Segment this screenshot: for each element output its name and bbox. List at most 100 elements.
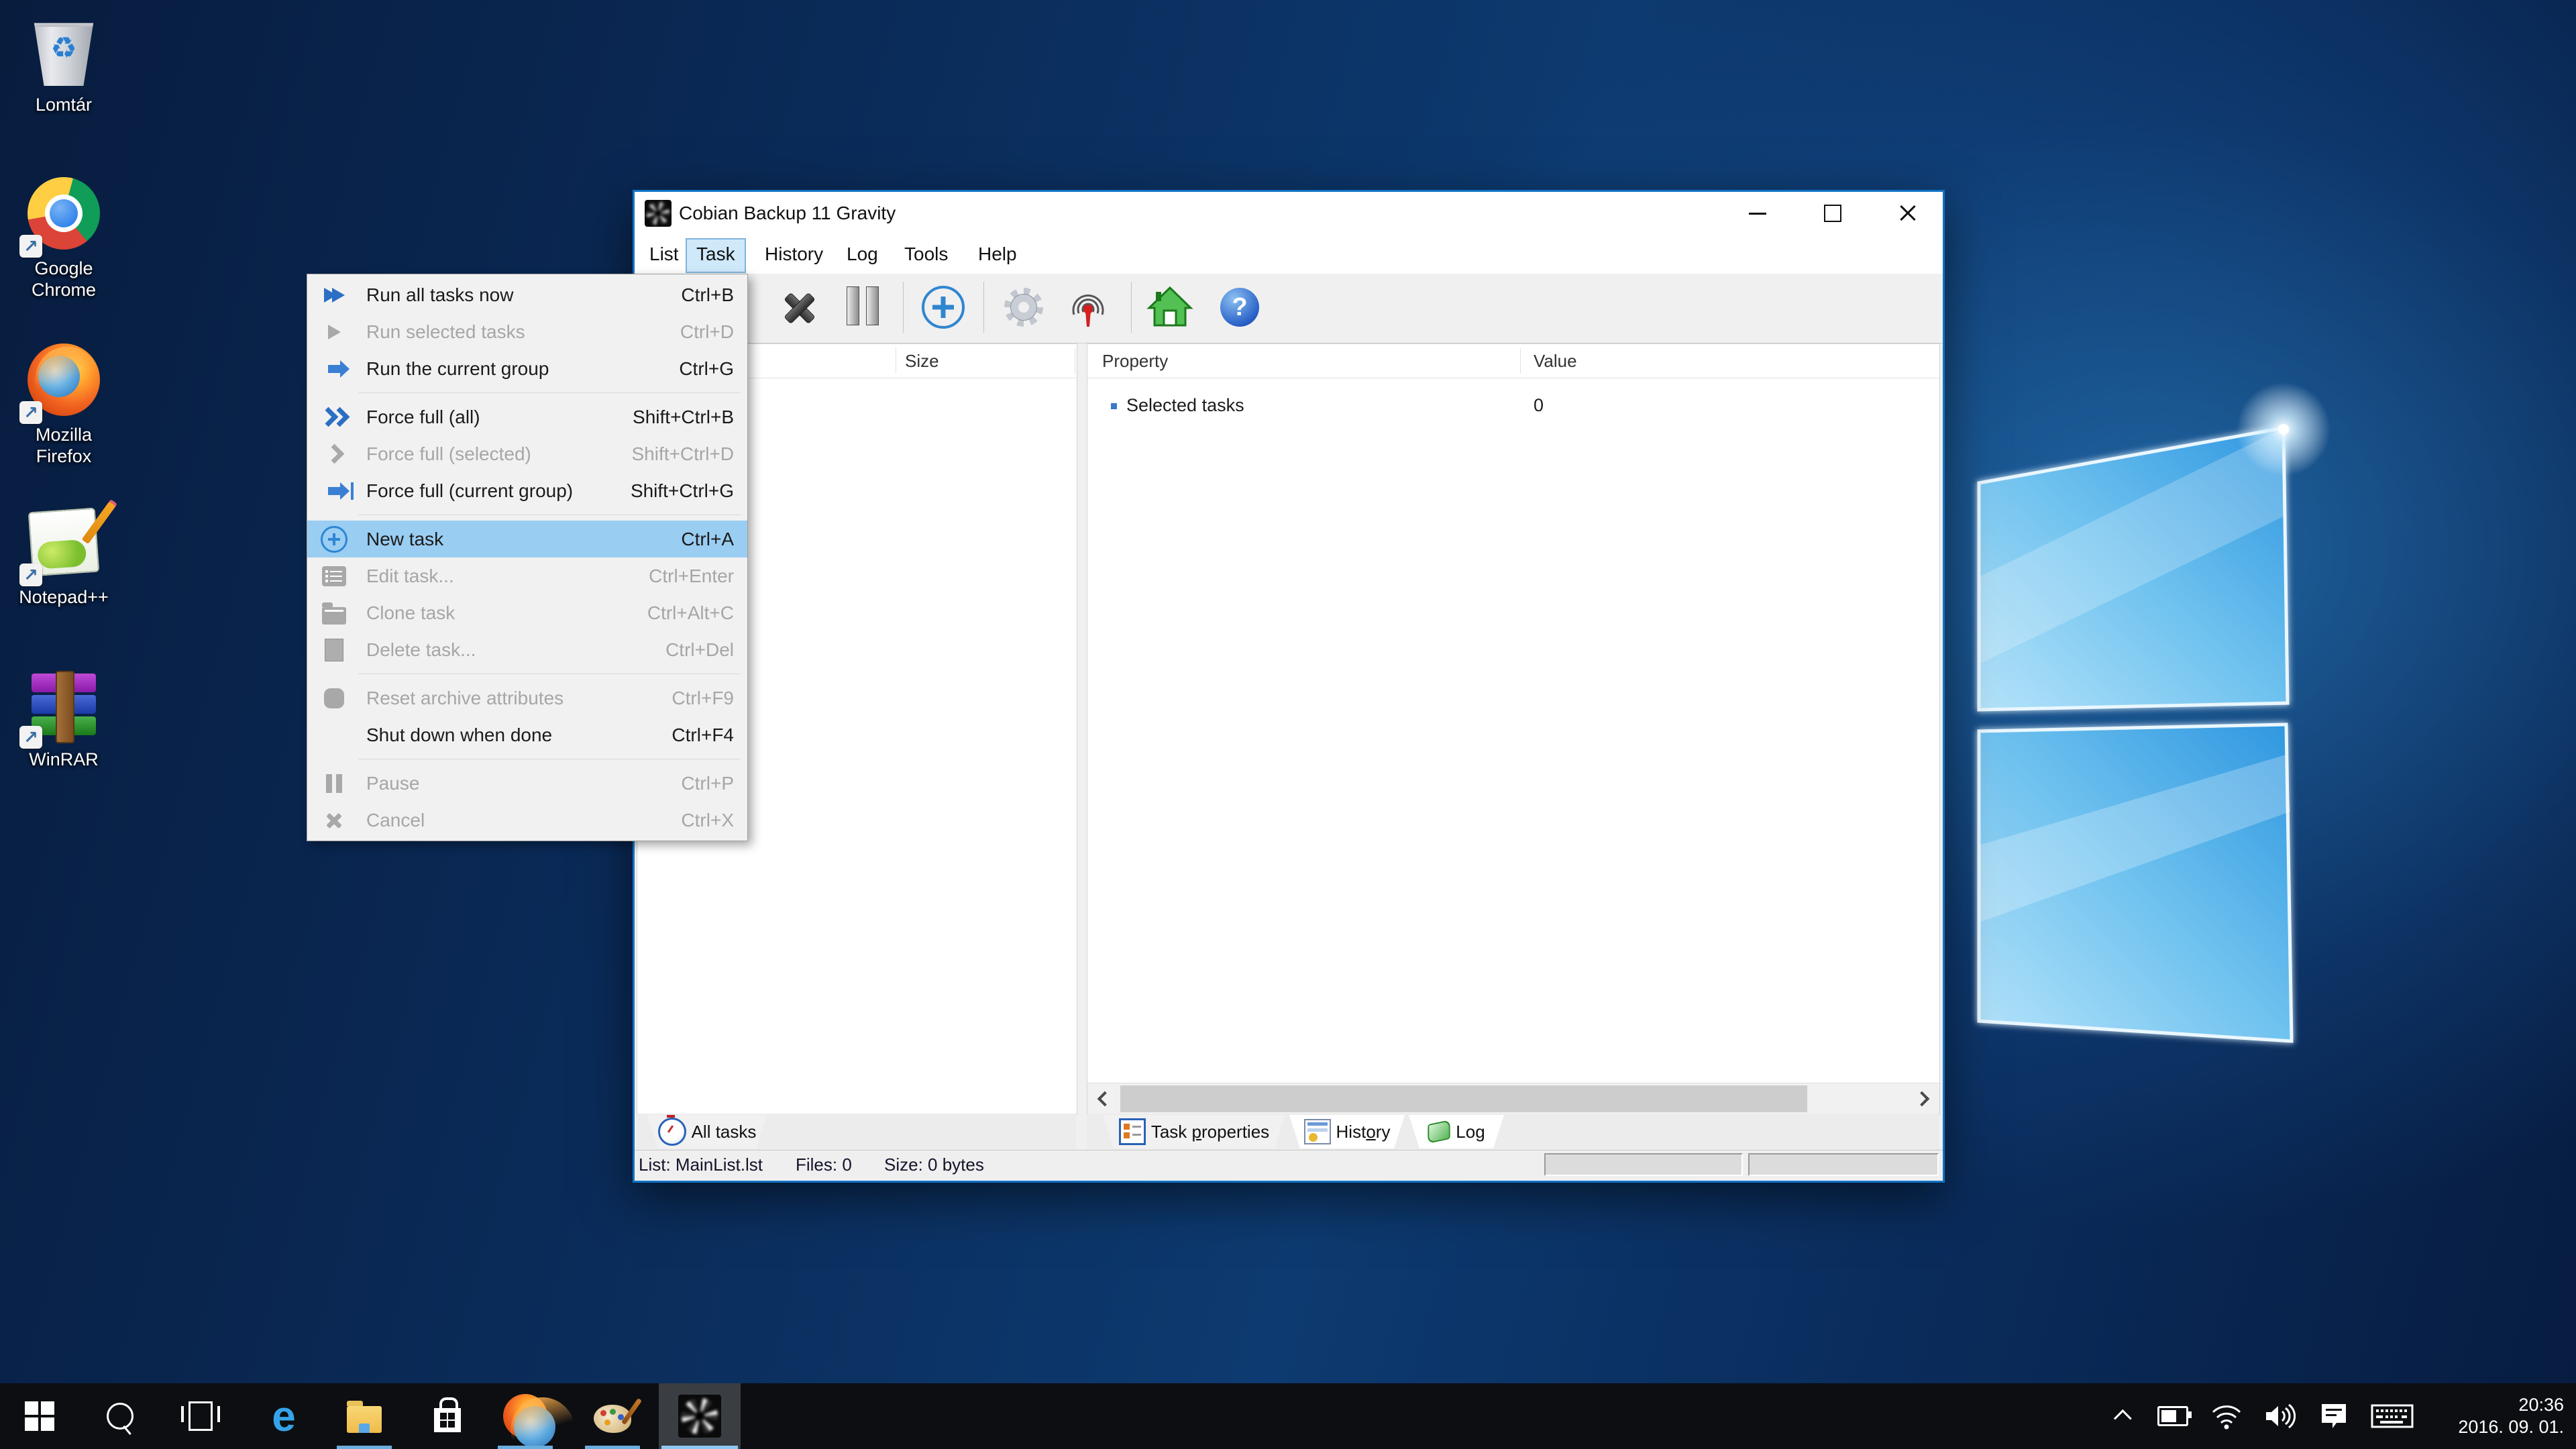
- task-view-icon: [189, 1401, 213, 1431]
- tray-battery[interactable]: [2149, 1383, 2196, 1449]
- tray-action-center[interactable]: [2309, 1383, 2359, 1449]
- file-explorer-icon: [347, 1406, 382, 1433]
- new-task-toolbar-button[interactable]: [915, 279, 971, 335]
- menu-tools[interactable]: Tools: [895, 238, 957, 270]
- taskbar-file-explorer[interactable]: [327, 1383, 401, 1449]
- properties-panel[interactable]: Property Value Selected tasks 0: [1087, 343, 1940, 1115]
- property-value: 0: [1534, 395, 1544, 416]
- menu-item-pause[interactable]: PauseCtrl+P: [307, 765, 747, 802]
- home-toolbar-button[interactable]: [1142, 279, 1198, 335]
- menu-item-force-full-selected[interactable]: Force full (selected)Shift+Ctrl+D: [307, 435, 747, 472]
- tray-touch-keyboard[interactable]: [2364, 1383, 2420, 1449]
- menu-item-reset-archive-attributes[interactable]: Reset archive attributesCtrl+F9: [307, 680, 747, 716]
- plus-circle-icon: [922, 286, 965, 329]
- tray-volume[interactable]: [2255, 1383, 2304, 1449]
- tab-history[interactable]: History: [1289, 1115, 1405, 1148]
- scroll-left-button[interactable]: [1087, 1083, 1118, 1114]
- menu-task[interactable]: Task: [686, 238, 746, 273]
- taskbar-paint[interactable]: [576, 1383, 649, 1449]
- close-button[interactable]: [1873, 192, 1943, 235]
- remote-toolbar-button[interactable]: [1060, 279, 1116, 335]
- chevron-left-icon: [1097, 1091, 1113, 1107]
- clock-time: 20:36: [2458, 1394, 2564, 1416]
- menu-separator: [307, 668, 747, 680]
- maximize-icon: [1824, 205, 1841, 222]
- maximize-button[interactable]: [1798, 192, 1868, 235]
- run-all-icon: [319, 280, 349, 310]
- shortcut-arrow-icon: ↗: [19, 564, 42, 586]
- desktop-icon-google-chrome[interactable]: ↗ Google Chrome: [0, 176, 127, 301]
- menu-item-run-all-tasks-now[interactable]: Run all tasks nowCtrl+B: [307, 276, 747, 313]
- toolbar: ?: [635, 274, 1943, 343]
- bullet-icon: [1111, 403, 1117, 409]
- options-toolbar-button[interactable]: [996, 279, 1052, 335]
- desktop-icon-label: Lomtár: [0, 94, 127, 115]
- menu-history[interactable]: History: [755, 238, 833, 270]
- menu-item-force-full-current-group[interactable]: Force full (current group)Shift+Ctrl+G: [307, 472, 747, 509]
- battery-icon: [2157, 1406, 2188, 1426]
- task-view-button[interactable]: [164, 1383, 237, 1449]
- menu-item-force-full-all[interactable]: Force full (all)Shift+Ctrl+B: [307, 398, 747, 435]
- desktop-icon-mozilla-firefox[interactable]: ↗ Mozilla Firefox: [0, 342, 127, 467]
- minimize-button[interactable]: [1723, 192, 1792, 235]
- column-size[interactable]: Size: [905, 344, 939, 378]
- tray-wifi[interactable]: [2203, 1383, 2250, 1449]
- taskbar-store[interactable]: [411, 1383, 484, 1449]
- tab-label: History: [1336, 1122, 1391, 1142]
- menu-log[interactable]: Log: [837, 238, 888, 270]
- menu-help[interactable]: Help: [969, 238, 1026, 270]
- shortcut-arrow-icon: ↗: [19, 726, 42, 749]
- desktop-icon-notepadpp[interactable]: ↗ Notepad++: [0, 504, 127, 608]
- task-properties-icon: [1119, 1118, 1146, 1145]
- scroll-right-button[interactable]: [1909, 1083, 1939, 1114]
- menu-item-new-task[interactable]: New taskCtrl+A: [307, 521, 747, 557]
- taskbar-edge[interactable]: e: [247, 1383, 321, 1449]
- column-property[interactable]: Property: [1102, 344, 1168, 378]
- cobian-backup-window: Cobian Backup 11 Gravity List Task Histo…: [633, 190, 1945, 1183]
- start-button[interactable]: [3, 1383, 76, 1449]
- menu-item-run-current-group[interactable]: Run the current groupCtrl+G: [307, 350, 747, 387]
- chevron-up-icon: [2113, 1409, 2131, 1427]
- app-icon: [645, 200, 672, 227]
- question-mark-icon: ?: [1220, 288, 1259, 327]
- taskbar-firefox[interactable]: [488, 1383, 562, 1449]
- menu-list[interactable]: List: [640, 238, 688, 270]
- taskbar-cobian-backup[interactable]: [659, 1383, 741, 1449]
- paint-icon: [594, 1405, 631, 1433]
- cancel-toolbar-button[interactable]: [770, 279, 826, 335]
- desktop-icon-winrar[interactable]: ↗ WinRAR: [0, 667, 127, 770]
- tray-expand-button[interactable]: [2098, 1383, 2143, 1449]
- menu-item-clone-task[interactable]: Clone taskCtrl+Alt+C: [307, 594, 747, 631]
- tab-log[interactable]: Log: [1409, 1115, 1504, 1148]
- edit-task-icon: [319, 561, 349, 591]
- status-size: Size: 0 bytes: [884, 1150, 984, 1179]
- title-bar[interactable]: Cobian Backup 11 Gravity: [635, 192, 1943, 235]
- menu-separator: [307, 387, 747, 398]
- close-icon: [1899, 205, 1917, 222]
- menu-item-run-selected-tasks[interactable]: Run selected tasksCtrl+D: [307, 313, 747, 350]
- volume-icon: [2263, 1403, 2296, 1430]
- tab-task-properties[interactable]: Task properties: [1103, 1115, 1285, 1148]
- menu-item-edit-task[interactable]: Edit task...Ctrl+Enter: [307, 557, 747, 594]
- minimize-icon: [1749, 213, 1766, 215]
- window-title: Cobian Backup 11 Gravity: [679, 192, 896, 235]
- tab-all-tasks[interactable]: All tasks: [647, 1115, 767, 1148]
- action-center-icon: [2319, 1401, 2349, 1431]
- search-button[interactable]: [83, 1383, 157, 1449]
- scrollbar-thumb[interactable]: [1120, 1085, 1807, 1112]
- menu-item-delete-task[interactable]: Delete task...Ctrl+Del: [307, 631, 747, 668]
- desktop-icon-recycle-bin[interactable]: Lomtár: [0, 12, 127, 115]
- menu-item-shut-down-when-done[interactable]: Shut down when doneCtrl+F4: [307, 716, 747, 753]
- column-value[interactable]: Value: [1534, 344, 1577, 378]
- status-bar: List: MainList.lst Files: 0 Size: 0 byte…: [635, 1150, 1943, 1179]
- menu-item-cancel[interactable]: CancelCtrl+X: [307, 802, 747, 839]
- pause-icon: [319, 769, 349, 798]
- pause-toolbar-button[interactable]: [835, 279, 891, 335]
- running-indicator: [585, 1446, 640, 1449]
- help-toolbar-button[interactable]: ?: [1212, 279, 1268, 335]
- task-menu-dropdown: Run all tasks nowCtrl+B Run selected tas…: [307, 274, 748, 841]
- stopwatch-icon: [658, 1118, 686, 1146]
- horizontal-scrollbar[interactable]: [1087, 1083, 1939, 1114]
- desktop-icon-label: Mozilla: [36, 425, 92, 445]
- tray-clock[interactable]: 20:36 2016. 09. 01.: [2427, 1383, 2564, 1449]
